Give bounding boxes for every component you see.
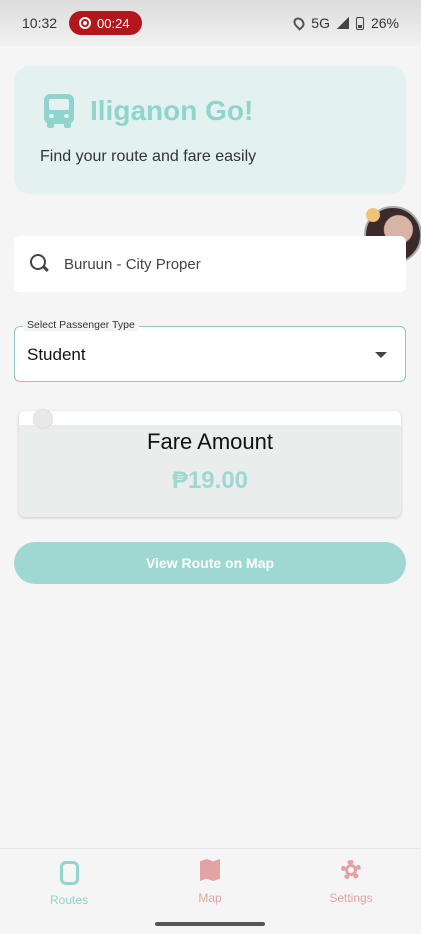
map-icon xyxy=(200,859,220,881)
bus-light-left xyxy=(49,114,54,118)
status-indicators: 5G 26% xyxy=(291,15,399,31)
status-bar: 10:32 00:24 5G 26% xyxy=(0,0,421,46)
bus-light-right xyxy=(64,114,69,118)
nav-tab-map[interactable]: Map xyxy=(160,859,260,905)
bus-icon xyxy=(44,94,74,128)
header-card: Iliganon Go! Find your route and fare ea… xyxy=(14,66,406,194)
passenger-type-label: Select Passenger Type xyxy=(23,319,139,331)
status-time: 10:32 xyxy=(22,15,58,31)
battery-level: 26% xyxy=(370,15,399,31)
network-type: 5G xyxy=(311,15,330,31)
app-title: Iliganon Go! xyxy=(90,95,254,126)
screen-recording-pill[interactable]: 00:24 xyxy=(69,11,142,35)
home-indicator[interactable] xyxy=(155,922,265,926)
app-subtitle: Find your route and fare easily xyxy=(40,148,257,165)
search-input-value: Buruun - City Proper xyxy=(64,255,201,273)
location-icon xyxy=(291,15,308,31)
routes-icon xyxy=(57,859,81,885)
nav-tab-routes-label: Routes xyxy=(49,893,89,907)
fare-card: Fare Amount ₱19.00 xyxy=(19,409,401,517)
recording-timer: 00:24 xyxy=(97,15,130,31)
bus-window xyxy=(49,99,69,110)
fare-amount-value: ₱19.00 xyxy=(171,467,249,494)
nav-tab-settings-label: Settings xyxy=(329,891,373,905)
bus-wheel-left xyxy=(47,121,54,128)
nav-tab-map-label: Map xyxy=(198,891,222,905)
route-search-input[interactable]: Buruun - City Proper xyxy=(14,236,406,292)
header-title-row: Iliganon Go! xyxy=(44,94,253,128)
passenger-type-value: Student xyxy=(27,345,86,364)
fare-card-dot xyxy=(33,409,53,429)
fare-amount-label: Fare Amount xyxy=(147,429,273,454)
gear-icon xyxy=(340,859,362,881)
search-icon xyxy=(30,254,50,274)
bus-wheel-right xyxy=(64,121,71,128)
passenger-type-select[interactable]: Select Passenger Type Student xyxy=(14,319,406,382)
nav-tab-settings[interactable]: Settings xyxy=(301,859,401,905)
battery-icon xyxy=(355,16,364,30)
view-route-on-map-button[interactable]: View Route on Map xyxy=(14,542,406,584)
nav-tab-routes[interactable]: Routes xyxy=(19,859,119,907)
chat-head-notification-dot xyxy=(366,208,380,222)
record-icon xyxy=(79,17,92,29)
signal-icon xyxy=(336,17,349,29)
fare-card-top xyxy=(19,411,401,425)
dropdown-arrow-icon xyxy=(375,352,387,358)
